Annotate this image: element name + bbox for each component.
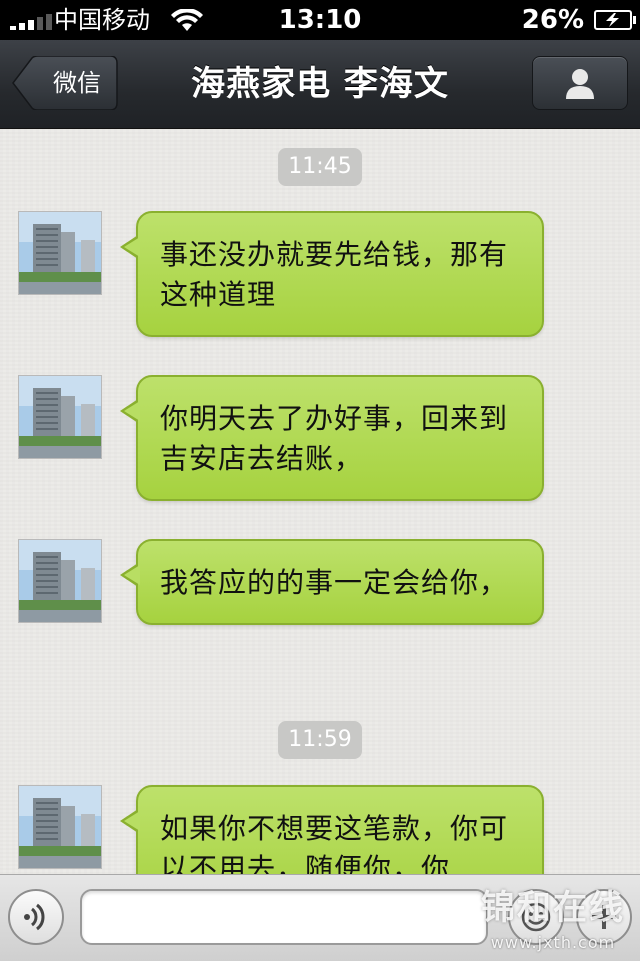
back-label: 微信	[53, 69, 101, 97]
profile-button[interactable]	[532, 56, 628, 110]
input-bar	[0, 874, 640, 961]
avatar[interactable]	[18, 375, 102, 459]
timestamp: 11:45	[278, 148, 362, 186]
voice-button[interactable]	[8, 889, 64, 945]
message-bubble[interactable]: 我答应的的事一定会给你，	[120, 539, 544, 625]
avatar[interactable]	[18, 211, 102, 295]
nav-bar: 微信 海燕家电 李海文	[0, 40, 640, 129]
building-photo	[19, 540, 101, 622]
timestamp: 11:59	[278, 721, 362, 759]
building-photo	[19, 212, 101, 294]
chat-area[interactable]: 11:45 事还没办就要先给钱，那有这种道理 你明天去了办好事，回来到吉安店去结…	[0, 129, 640, 874]
voice-icon	[24, 903, 45, 931]
message-bubble[interactable]: 你明天去了办好事，回来到吉安店去结账，	[120, 375, 544, 501]
status-bar: 中国移动 13:10 26%	[0, 0, 640, 40]
message-text: 我答应的的事一定会给你，	[160, 566, 509, 599]
message-input[interactable]	[80, 889, 488, 945]
plus-icon	[592, 905, 616, 929]
message-text: 如果你不想要这笔款，你可以不用去，随便你，你	[160, 812, 509, 874]
avatar[interactable]	[18, 785, 102, 869]
emoji-icon	[521, 902, 551, 932]
avatar[interactable]	[18, 539, 102, 623]
message-bubble[interactable]: 如果你不想要这笔款，你可以不用去，随便你，你	[120, 785, 544, 874]
chat-title: 海燕家电 李海文	[191, 64, 449, 104]
battery-percent: 26%	[521, 5, 584, 35]
emoji-button[interactable]	[508, 889, 564, 945]
message-text: 事还没办就要先给钱，那有这种道理	[160, 238, 509, 311]
back-button[interactable]: 微信	[12, 56, 118, 110]
message-text: 你明天去了办好事，回来到吉安店去结账，	[160, 402, 509, 475]
battery-charging-icon	[594, 10, 636, 30]
message-bubble[interactable]: 事还没办就要先给钱，那有这种道理	[120, 211, 544, 337]
plus-button[interactable]	[576, 889, 632, 945]
building-photo	[19, 376, 101, 458]
person-icon	[566, 69, 594, 99]
building-photo	[19, 786, 101, 868]
